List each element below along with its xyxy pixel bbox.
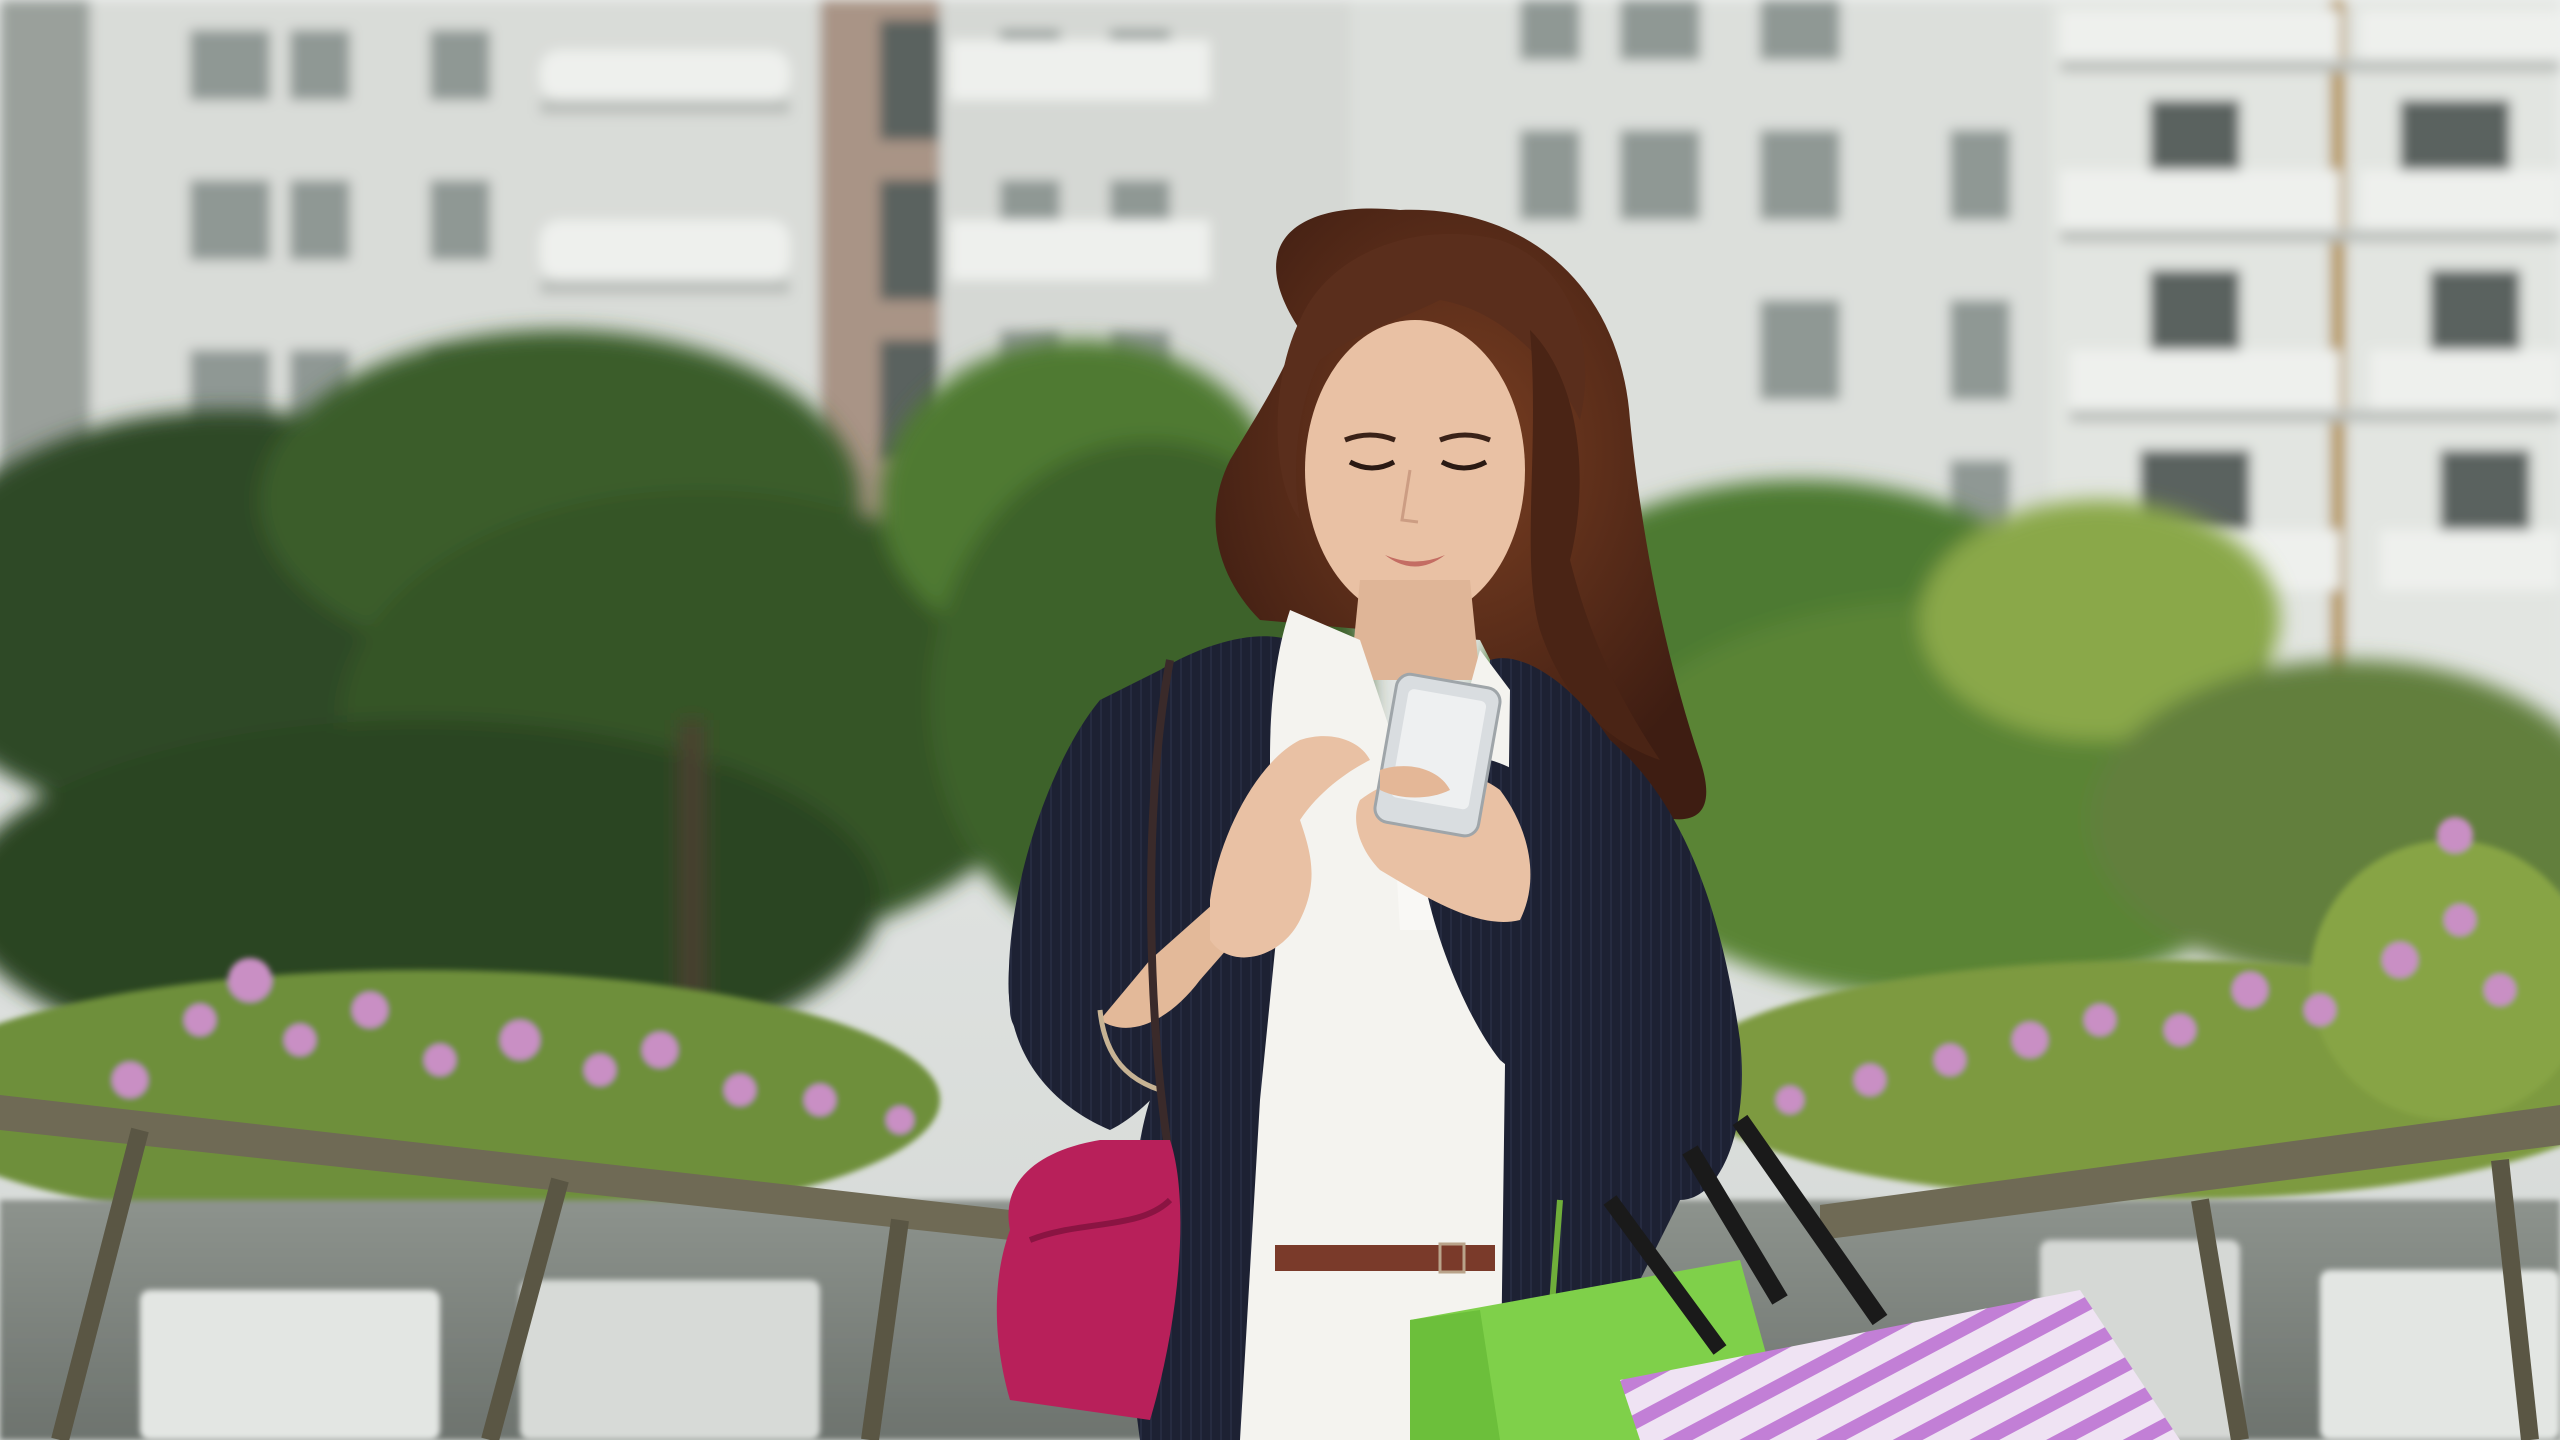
photo	[0, 0, 2560, 1440]
photo-scene	[0, 0, 2560, 1440]
